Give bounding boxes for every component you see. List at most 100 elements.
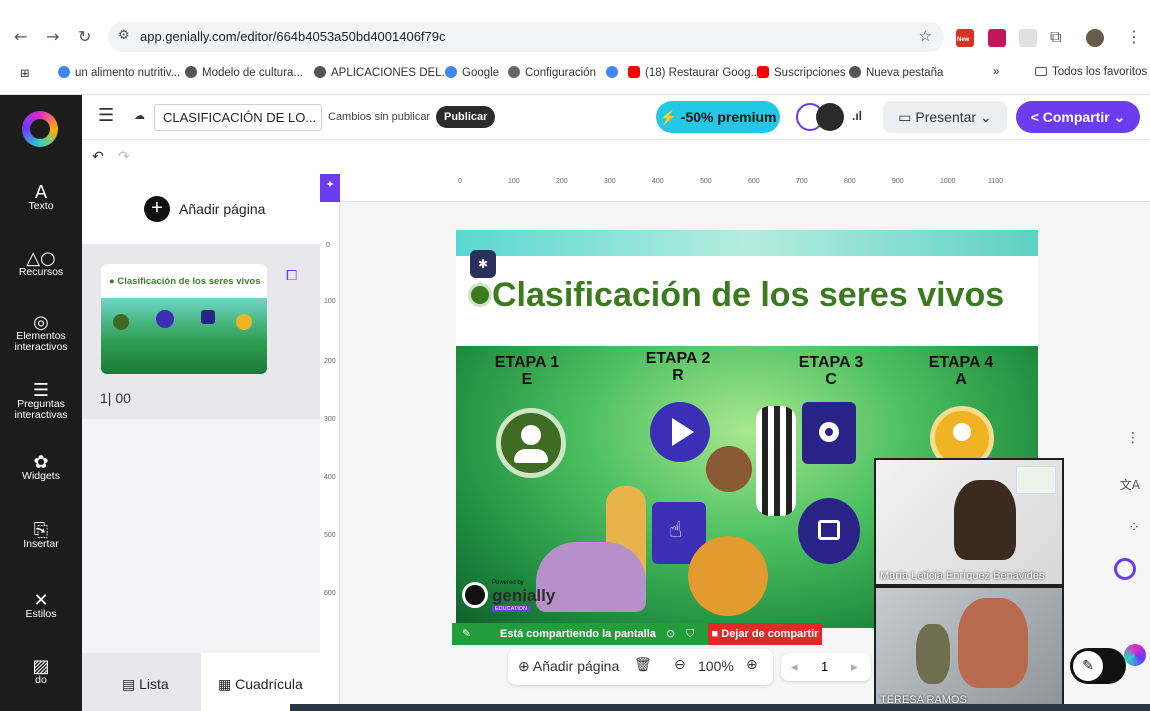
- bookmark-star-icon[interactable]: ☆: [919, 27, 932, 45]
- floating-pen-toolbar[interactable]: ✎: [1070, 648, 1126, 684]
- bookmark-item[interactable]: Suscripciones: [757, 66, 846, 79]
- bookmarks-bar: ⊞ un alimento nutritiv... Modelo de cult…: [0, 60, 1150, 86]
- stage-1-label[interactable]: ETAPA 1E: [482, 354, 572, 388]
- google-icon: [445, 66, 457, 78]
- back-icon[interactable]: ←: [14, 27, 27, 46]
- bookmark-item[interactable]: APLICACIONES DEL...: [314, 66, 451, 79]
- rail-item-widgets[interactable]: ✿ Widgets: [0, 454, 82, 482]
- rail-item-insertar[interactable]: ⎘ Insertar: [0, 522, 82, 550]
- extension-bubble-icon[interactable]: [1124, 644, 1146, 666]
- chevron-down-icon: ⌄: [976, 109, 992, 125]
- rail-item-fondo[interactable]: ▨ do: [0, 658, 82, 686]
- ruler-label: 700: [796, 178, 808, 185]
- next-page-icon[interactable]: ▸: [851, 659, 858, 675]
- slide-title[interactable]: Clasificación de los seres vivos: [492, 276, 1004, 315]
- stats-icon[interactable]: .ıl: [852, 109, 862, 123]
- participant-figure: [954, 480, 1016, 560]
- assistant-icon[interactable]: [1114, 558, 1136, 580]
- all-favorites[interactable]: Todos los favoritos: [1035, 66, 1147, 78]
- add-collaborator-icon[interactable]: [816, 103, 844, 131]
- reload-icon[interactable]: ↻: [78, 27, 91, 46]
- document-title-input[interactable]: CLASIFICACIÓN DE LO...: [154, 104, 322, 131]
- lion-illustration: [688, 536, 768, 616]
- horizontal-ruler: 0 100 200 300 400 500 600 700 800 900 10…: [340, 174, 1150, 202]
- bookmark-item[interactable]: un alimento nutritiv...: [58, 66, 180, 79]
- grid-view-tab[interactable]: ▦ Cuadrícula: [218, 676, 303, 693]
- translate-icon[interactable]: 文A: [1120, 476, 1140, 493]
- premium-button[interactable]: ⚡ -50% premium: [656, 101, 780, 133]
- settings-icon[interactable]: ⊙: [666, 627, 675, 640]
- hamburger-menu-icon[interactable]: ☰: [98, 105, 114, 126]
- undo-icon[interactable]: ↶: [92, 149, 104, 165]
- browser-menu-icon[interactable]: ⋮: [1126, 27, 1142, 46]
- shield-icon[interactable]: ⛉: [686, 627, 694, 641]
- participant-video-2[interactable]: TERESA RAMOS: [874, 586, 1064, 710]
- stage-4-label[interactable]: ETAPA 4A: [916, 354, 1006, 388]
- list-view-tab[interactable]: ▤ Lista: [82, 653, 201, 711]
- more-options-icon[interactable]: ⋮: [1126, 430, 1140, 446]
- publish-button[interactable]: Publicar: [436, 106, 496, 128]
- stage-1-user-icon[interactable]: [496, 408, 566, 478]
- zoom-in-icon[interactable]: ⊕: [746, 657, 758, 673]
- page-thumbnail[interactable]: ● Clasificación de los seres vivos: [101, 264, 267, 374]
- stage-2-label[interactable]: ETAPA 2R: [633, 350, 723, 384]
- add-page-button[interactable]: + Añadir página: [82, 174, 320, 244]
- more-bookmarks-icon[interactable]: »: [993, 66, 999, 78]
- drag-handle-icon[interactable]: ✎: [462, 627, 471, 640]
- youtube-icon: [628, 66, 640, 78]
- cloud-icon: ☁: [134, 110, 145, 122]
- apps-icon[interactable]: ⁘: [1128, 520, 1140, 536]
- trash-icon[interactable]: 🗑: [634, 657, 652, 673]
- rail-item-recursos[interactable]: △○ Recursos: [0, 250, 82, 278]
- profile-avatar[interactable]: [1086, 29, 1104, 47]
- current-page: 1: [821, 659, 829, 674]
- ruler-label: 400: [324, 474, 336, 481]
- stage-3-label[interactable]: ETAPA 3C: [786, 354, 876, 388]
- pin-icon[interactable]: ✦: [320, 174, 340, 202]
- rail-item-texto[interactable]: A Texto: [0, 184, 82, 212]
- undo-bar: ↶ ↷: [82, 140, 1150, 174]
- stage-3-calendar-button[interactable]: [798, 498, 860, 564]
- ruler-label: 900: [892, 178, 904, 185]
- apps-grid-icon[interactable]: ⊞: [20, 66, 30, 80]
- extension-doc-icon[interactable]: [1019, 29, 1037, 47]
- stage-3-eye-button[interactable]: [802, 402, 856, 464]
- site-info-icon[interactable]: ⚙: [118, 28, 130, 43]
- ruler-label: 100: [324, 298, 336, 305]
- chevron-down-icon: ⌄: [1109, 109, 1126, 125]
- address-bar[interactable]: ⚙ app.genially.com/editor/664b4053a50bd4…: [108, 22, 944, 52]
- rail-item-elementos[interactable]: ◎ Elementos interactivos: [0, 314, 82, 353]
- participant-video-1[interactable]: María Leticia Enríquez Benavides: [874, 458, 1064, 586]
- gear-icon: [508, 66, 520, 78]
- genially-logo-icon[interactable]: [22, 111, 58, 147]
- stage-2-play-button[interactable]: [650, 402, 710, 462]
- bookmark-item[interactable]: [606, 66, 623, 79]
- add-page-bottom-button[interactable]: ⊕ Añadir página: [518, 658, 619, 675]
- share-button[interactable]: < Compartir ⌄: [1016, 101, 1140, 133]
- view-toggle: ▤ Lista ▦ Cuadrícula: [82, 653, 320, 711]
- canvas-bottom-toolbar: ⊕ Añadir página 🗑 ⊖ 100% ⊕: [508, 649, 773, 685]
- bookmark-item[interactable]: Modelo de cultura...: [185, 66, 303, 79]
- forward-icon[interactable]: →: [46, 27, 59, 46]
- extensions-puzzle-icon[interactable]: ⧉: [1050, 27, 1061, 47]
- interactive-badge-icon[interactable]: ✱: [470, 250, 496, 278]
- extension-icon[interactable]: [988, 29, 1006, 47]
- redo-icon[interactable]: ↷: [118, 149, 130, 165]
- bookmark-item[interactable]: Nueva pestaña: [849, 66, 943, 79]
- stop-sharing-button[interactable]: ■ Dejar de compartir: [708, 623, 822, 645]
- user-head-icon: [953, 423, 971, 441]
- extension-new-icon[interactable]: New: [956, 29, 974, 47]
- bookmark-item[interactable]: Configuración: [508, 66, 596, 79]
- ruler-label: 1100: [988, 178, 1004, 185]
- ruler-label: 500: [700, 178, 712, 185]
- zoom-out-icon[interactable]: ⊖: [674, 657, 686, 673]
- present-button[interactable]: ▭ Presentar ⌄: [883, 101, 1007, 133]
- bookmark-item[interactable]: (18) Restaurar Goog...: [628, 66, 760, 79]
- rail-item-estilos[interactable]: ✕ Estilos: [0, 592, 82, 620]
- genially-watermark[interactable]: Powered by genially EDUCATION: [462, 578, 555, 614]
- page-options-icon[interactable]: ⧠: [286, 268, 297, 284]
- prev-page-icon[interactable]: ◂: [791, 659, 798, 675]
- ruler-label: 600: [748, 178, 760, 185]
- bookmark-item[interactable]: Google: [445, 66, 499, 79]
- rail-item-preguntas[interactable]: ☰ Preguntas interactivas: [0, 382, 82, 421]
